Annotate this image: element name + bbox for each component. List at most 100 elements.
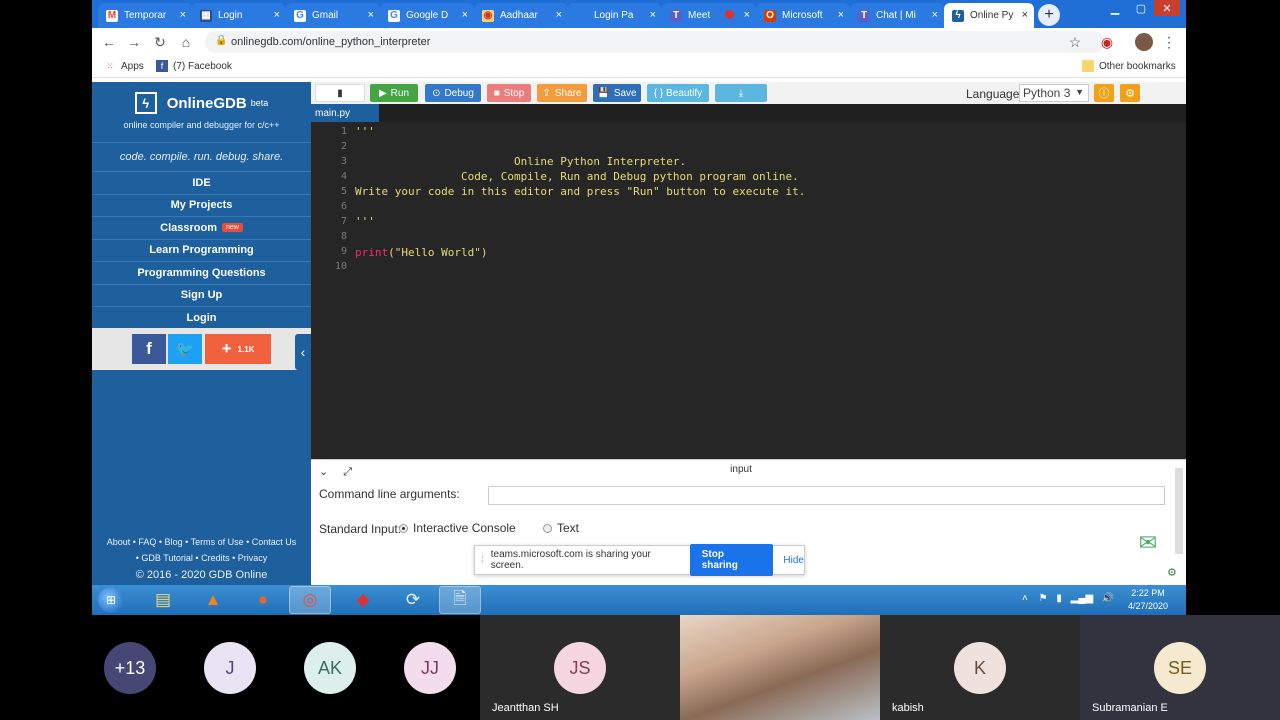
- vlc-taskbar-button[interactable]: ▲: [192, 586, 234, 614]
- debug-button[interactable]: ⊙ Debug: [425, 84, 481, 102]
- browser-tab[interactable]: G Google D ×: [380, 3, 474, 28]
- browser-tab[interactable]: ◉ Aadhaar ×: [474, 3, 568, 28]
- browser-tab[interactable]: M Temporar ×: [98, 3, 192, 28]
- sidebar-item-sign-up[interactable]: Sign Up: [92, 285, 311, 307]
- browser-tab[interactable]: T Chat | Mi ×: [850, 3, 944, 28]
- taskbar-clock[interactable]: 2:22 PM 4/27/2020: [1122, 587, 1174, 613]
- browser-tab-strip: M Temporar × ▦ Login × G Gmail × G Googl…: [92, 0, 1186, 28]
- share-button[interactable]: ⇪ Share: [537, 84, 587, 102]
- sidebar-item-classroom[interactable]: Classroom new: [92, 217, 311, 240]
- browser-tab[interactable]: T Meet ×: [662, 3, 756, 28]
- close-icon[interactable]: ×: [556, 9, 562, 21]
- gear-icon[interactable]: ⚙: [1167, 566, 1177, 579]
- language-select[interactable]: Python 3 ▼: [1019, 84, 1089, 102]
- app-taskbar-button[interactable]: ◆: [342, 586, 384, 614]
- info-button[interactable]: ⓘ: [1094, 84, 1114, 102]
- file-tab-bar: main.py: [311, 104, 1186, 122]
- brand-beta: beta: [250, 98, 269, 108]
- participant-tile[interactable]: K kabish: [880, 615, 1080, 720]
- radio-interactive-console[interactable]: Interactive Console: [399, 521, 516, 535]
- hide-button[interactable]: Hide: [783, 555, 804, 566]
- twitter-share-button[interactable]: 🐦: [168, 334, 202, 364]
- address-bar[interactable]: 🔒 onlinegdb.com/online_python_interprete…: [205, 31, 1105, 53]
- sync-taskbar-button[interactable]: ⟳: [392, 586, 434, 614]
- scrollbar[interactable]: [1175, 468, 1183, 554]
- maximize-icon[interactable]: ▢: [1128, 0, 1154, 16]
- stop-button[interactable]: ■ Stop: [487, 84, 531, 102]
- reload-icon[interactable]: ↻: [151, 33, 169, 51]
- home-icon[interactable]: ⌂: [177, 33, 195, 51]
- close-icon[interactable]: ×: [180, 9, 186, 21]
- extension-icon[interactable]: ◉: [1098, 33, 1116, 51]
- forward-icon[interactable]: →: [125, 33, 143, 51]
- run-button[interactable]: ▶ Run: [370, 84, 418, 102]
- browser-tab[interactable]: O Microsoft ×: [756, 3, 850, 28]
- close-icon[interactable]: ×: [838, 9, 844, 21]
- close-icon[interactable]: ×: [368, 9, 374, 21]
- browser-tab[interactable]: ▦ Login ×: [192, 3, 286, 28]
- drag-handle-icon[interactable]: ⁞: [481, 555, 484, 566]
- firefox-taskbar-button[interactable]: ●: [242, 586, 284, 614]
- radio-text[interactable]: Text: [543, 521, 579, 535]
- mail-icon[interactable]: ✉: [1133, 528, 1163, 558]
- file-taskbar-button[interactable]: 🗎: [439, 586, 481, 614]
- site-logo[interactable]: ϟ OnlineGDB beta online compiler and deb…: [92, 82, 311, 142]
- play-icon: ▶: [378, 87, 387, 99]
- sidebar-item-ide[interactable]: IDE: [92, 172, 311, 195]
- download-button[interactable]: ⤓: [715, 84, 767, 102]
- back-icon[interactable]: ←: [100, 33, 118, 51]
- volume-icon[interactable]: 🔊: [1102, 593, 1114, 604]
- close-icon[interactable]: ×: [1022, 9, 1028, 21]
- participant-tile[interactable]: +13: [80, 615, 180, 720]
- close-icon[interactable]: ×: [462, 9, 468, 21]
- profile-avatar[interactable]: [1135, 33, 1153, 51]
- bookmark-star-icon[interactable]: ☆: [1066, 33, 1084, 51]
- explorer-taskbar-button[interactable]: ▤: [142, 586, 184, 614]
- new-tab-button[interactable]: +: [1038, 4, 1060, 26]
- stop-sharing-button[interactable]: Stop sharing: [689, 544, 774, 576]
- facebook-share-button[interactable]: f: [132, 334, 166, 364]
- tab-title: Gmail: [312, 10, 339, 21]
- beautify-button[interactable]: { } Beautify: [647, 84, 709, 102]
- participant-tile[interactable]: JJ: [380, 615, 480, 720]
- sidebar-item-my-projects[interactable]: My Projects: [92, 195, 311, 217]
- bookmark-other[interactable]: Other bookmarks: [1082, 60, 1176, 72]
- close-icon[interactable]: ×: [744, 9, 750, 21]
- sidebar-item-learn-programming[interactable]: Learn Programming: [92, 240, 311, 262]
- participant-tile[interactable]: AK: [280, 615, 380, 720]
- participant-video[interactable]: [680, 615, 880, 720]
- close-window-icon[interactable]: ✕: [1154, 0, 1180, 16]
- close-icon[interactable]: ×: [932, 9, 938, 21]
- code-editor[interactable]: 1 2 3 4 5 6 7 8 9 10 ''' Online Python I…: [311, 122, 1186, 459]
- new-file-button[interactable]: ▮: [315, 84, 365, 102]
- minimize-icon[interactable]: ▁: [1102, 0, 1128, 16]
- bookmark-apps[interactable]: ⁙ Apps: [104, 60, 144, 72]
- settings-button[interactable]: ⚙: [1120, 84, 1140, 102]
- tray-up-icon[interactable]: ˄: [1022, 593, 1028, 604]
- close-icon[interactable]: ×: [650, 9, 656, 21]
- save-button[interactable]: 💾 Save: [593, 84, 641, 102]
- chrome-taskbar-button[interactable]: ◎: [289, 586, 331, 614]
- command-line-arguments-input[interactable]: [488, 486, 1165, 505]
- flag-icon[interactable]: ⚑: [1039, 593, 1048, 604]
- participant-tile[interactable]: SE Subramanian E: [1080, 615, 1280, 720]
- start-button[interactable]: ⊞: [98, 587, 124, 613]
- menu-dots-icon[interactable]: ⋮: [1160, 33, 1178, 51]
- participant-tile[interactable]: JS Jeantthan SH: [480, 615, 680, 720]
- close-icon[interactable]: ×: [274, 9, 280, 21]
- footer-links[interactable]: • GDB Tutorial • Credits • Privacy: [92, 550, 311, 566]
- participant-tile[interactable]: J: [180, 615, 280, 720]
- collapse-sidebar-button[interactable]: ‹: [295, 334, 311, 370]
- sidebar-item-programming-questions[interactable]: Programming Questions: [92, 262, 311, 285]
- signal-icon[interactable]: ▂▄▆: [1071, 593, 1093, 604]
- network-icon[interactable]: ▮: [1056, 593, 1062, 604]
- browser-tab[interactable]: G Gmail ×: [286, 3, 380, 28]
- browser-tab-active[interactable]: ϟ Online Py ×: [944, 3, 1034, 28]
- sidebar-item-login[interactable]: Login: [92, 307, 311, 330]
- footer-links[interactable]: About • FAQ • Blog • Terms of Use • Cont…: [92, 534, 311, 550]
- addthis-share-button[interactable]: +1.1K: [205, 334, 271, 364]
- menu-label: Sign Up: [180, 289, 223, 302]
- bookmark-facebook[interactable]: f (7) Facebook: [156, 60, 232, 72]
- tab-main-py[interactable]: main.py: [311, 104, 379, 122]
- browser-tab[interactable]: Login Pa ×: [568, 3, 662, 28]
